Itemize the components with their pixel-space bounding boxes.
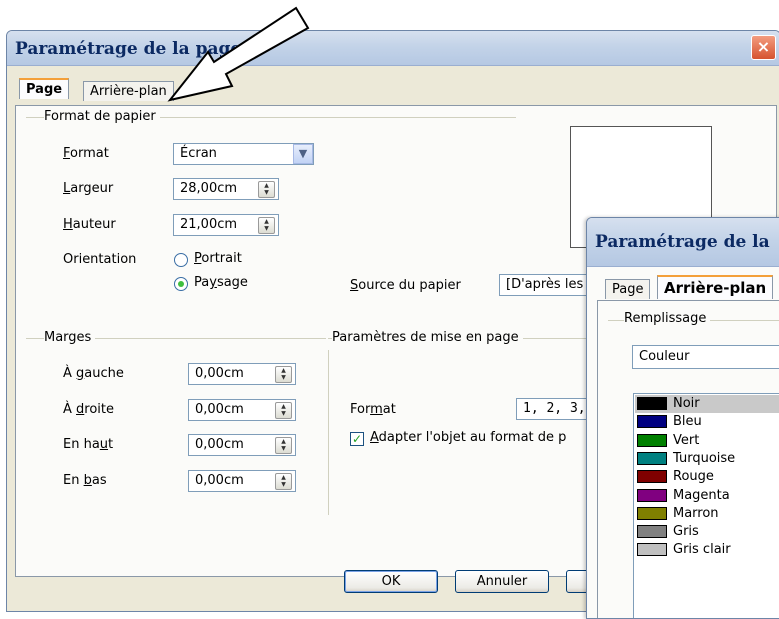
color-name: Bleu	[673, 414, 702, 430]
color-name: Gris	[673, 524, 699, 540]
top-margin-spin-icon[interactable]: ▲ ▼	[275, 437, 292, 454]
color-swatch	[637, 525, 667, 539]
fill-group-label: Remplissage	[624, 311, 711, 326]
paper-format-group-label: Format de papier	[44, 109, 160, 124]
color-list-item[interactable]: Rouge	[635, 468, 779, 486]
overlay-title: Paramétrage de la	[595, 232, 770, 252]
close-icon[interactable]: ×	[751, 35, 776, 60]
margins-group-label: Marges	[44, 330, 96, 345]
color-swatch	[637, 451, 667, 465]
dialog-titlebar[interactable]: Paramétrage de la page ×	[7, 31, 779, 66]
color-list-item[interactable]: Gris clair	[635, 541, 779, 559]
fit-object-label[interactable]: Adapter l'objet au format de p	[370, 430, 566, 445]
color-name: Gris clair	[673, 542, 731, 558]
layout-settings-group-label: Paramètres de mise en page	[332, 330, 523, 345]
portrait-label[interactable]: Portrait	[194, 251, 242, 266]
bottom-margin-label: En bas	[63, 473, 107, 488]
left-margin-label: À gauche	[63, 366, 124, 381]
color-swatch	[637, 397, 667, 410]
color-name: Rouge	[673, 469, 714, 485]
left-margin-spin-icon[interactable]: ▲ ▼	[275, 366, 292, 383]
overlay-tab-background[interactable]: Arrière-plan	[657, 275, 774, 299]
height-label: Hauteur	[63, 217, 116, 232]
color-swatch	[637, 415, 667, 429]
layout-format-label: Format	[350, 402, 396, 417]
cancel-button[interactable]: Annuler	[455, 570, 549, 593]
color-list-item[interactable]: Magenta	[635, 487, 779, 505]
color-list-item[interactable]: Bleu	[635, 413, 779, 431]
color-list[interactable]: Noir Bleu Vert Turquoise Rouge Magenta Marron G…	[633, 393, 779, 618]
color-name: Noir	[673, 396, 700, 411]
width-spin-icon[interactable]: ▲ ▼	[258, 181, 275, 198]
color-name: Vert	[673, 432, 700, 448]
color-name: Magenta	[673, 487, 730, 503]
overlay-tab-page[interactable]: Page	[605, 279, 651, 299]
ok-button[interactable]: OK	[344, 570, 438, 593]
color-swatch	[637, 506, 667, 520]
paper-source-label: Source du papier	[350, 278, 461, 293]
color-swatch	[637, 488, 667, 502]
color-list-item[interactable]: Marron	[635, 505, 779, 523]
portrait-radio[interactable]	[174, 253, 188, 267]
top-margin-label: En haut	[63, 437, 114, 452]
tab-page[interactable]: Page	[19, 78, 70, 99]
right-margin-label: À droite	[63, 402, 115, 417]
width-label: Largeur	[63, 181, 114, 196]
chevron-down-icon[interactable]: ▼	[293, 144, 313, 164]
color-swatch	[637, 470, 667, 484]
color-name: Marron	[673, 505, 719, 521]
overlay-titlebar[interactable]: Paramétrage de la	[587, 218, 779, 267]
fill-type-select[interactable]: Couleur	[632, 345, 779, 369]
color-list-item[interactable]: Noir	[635, 395, 779, 413]
color-swatch	[637, 543, 667, 557]
color-name: Turquoise	[673, 450, 736, 466]
color-list-item[interactable]: Gris	[635, 523, 779, 541]
fit-object-checkbox[interactable]: ✓	[350, 432, 364, 446]
orientation-label: Orientation	[63, 252, 137, 267]
background-dialog-overlay: Paramétrage de la Page Arrière-plan Remp…	[586, 217, 779, 619]
color-list-item[interactable]: Vert	[635, 432, 779, 450]
right-margin-spin-icon[interactable]: ▲ ▼	[275, 402, 292, 419]
format-label: Format	[63, 146, 109, 161]
dialog-title: Paramétrage de la page	[15, 39, 242, 59]
color-swatch	[637, 433, 667, 447]
landscape-radio[interactable]	[174, 277, 188, 291]
height-spin-icon[interactable]: ▲ ▼	[258, 217, 275, 234]
color-list-item[interactable]: Turquoise	[635, 450, 779, 468]
landscape-label[interactable]: Paysage	[194, 275, 248, 290]
tab-background[interactable]: Arrière-plan	[83, 81, 174, 101]
bottom-margin-spin-icon[interactable]: ▲ ▼	[275, 473, 292, 490]
